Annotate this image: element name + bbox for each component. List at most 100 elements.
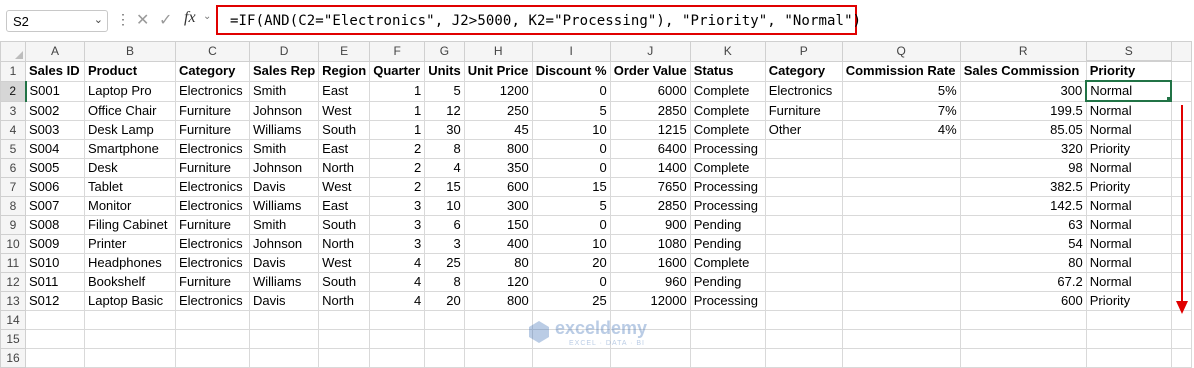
cell[interactable] — [841, 215, 961, 235]
cell[interactable]: 600 — [463, 177, 533, 197]
cell[interactable] — [689, 310, 766, 330]
cell[interactable]: 8 — [424, 272, 465, 292]
cell[interactable] — [318, 310, 371, 330]
cell[interactable]: Complete — [689, 120, 766, 140]
cell[interactable]: Normal — [1085, 272, 1172, 292]
cell[interactable]: Priority — [1085, 139, 1172, 159]
cell[interactable]: 5 — [424, 80, 465, 102]
cell[interactable] — [764, 177, 843, 197]
cell[interactable]: Normal — [1085, 120, 1172, 140]
cell[interactable] — [959, 310, 1087, 330]
cell[interactable]: 0 — [531, 215, 611, 235]
column-header[interactable]: B — [84, 41, 176, 62]
cell[interactable]: 250 — [463, 100, 533, 121]
cell[interactable]: 4 — [369, 291, 426, 311]
cell[interactable] — [463, 310, 533, 330]
cell[interactable]: South — [318, 120, 371, 140]
cell[interactable]: 45 — [463, 120, 533, 140]
cell[interactable] — [318, 329, 371, 349]
cell[interactable]: S008 — [25, 215, 85, 235]
cell[interactable]: Furniture — [175, 215, 250, 235]
cell[interactable]: Pending — [689, 234, 766, 254]
column-header[interactable]: Q — [841, 41, 961, 62]
cell[interactable]: 400 — [463, 234, 533, 254]
cell[interactable]: Processing — [689, 177, 766, 197]
cell[interactable]: 25 — [424, 253, 465, 273]
cell[interactable]: Williams — [248, 196, 320, 216]
cell[interactable] — [764, 253, 843, 273]
cell[interactable]: 4 — [369, 253, 426, 273]
cell[interactable]: 5 — [531, 100, 611, 121]
cell[interactable]: 2850 — [609, 196, 691, 216]
row-header[interactable]: 4 — [0, 120, 26, 140]
cell[interactable]: S007 — [25, 196, 85, 216]
cell[interactable]: 2 — [369, 177, 426, 197]
header-cell[interactable]: Sales Rep — [248, 60, 320, 82]
function-chevron-icon[interactable]: ⌄ — [203, 11, 211, 22]
cell[interactable]: 12 — [424, 100, 465, 121]
cell[interactable]: Pending — [689, 215, 766, 235]
column-header[interactable]: F — [369, 41, 426, 62]
row-header[interactable]: 5 — [0, 139, 26, 159]
cell[interactable]: Processing — [689, 291, 766, 311]
cell[interactable]: Normal — [1085, 234, 1172, 254]
cell[interactable] — [424, 310, 465, 330]
select-all-corner[interactable] — [0, 41, 26, 62]
enter-check-icon[interactable]: ✓ — [159, 10, 172, 30]
cell[interactable]: Complete — [689, 158, 766, 178]
header-cell[interactable]: Product — [84, 60, 176, 82]
cell[interactable]: 1080 — [609, 234, 691, 254]
cell[interactable]: Normal — [1085, 253, 1172, 273]
cell[interactable]: Smith — [248, 139, 320, 159]
cell[interactable] — [841, 196, 961, 216]
column-header[interactable]: H — [463, 41, 533, 62]
cell[interactable] — [764, 215, 843, 235]
column-header[interactable]: C — [175, 41, 250, 62]
cell[interactable]: Other — [764, 120, 843, 140]
header-cell[interactable]: Discount % — [531, 60, 611, 82]
cell[interactable] — [841, 272, 961, 292]
cell[interactable]: S009 — [25, 234, 85, 254]
cell[interactable] — [841, 253, 961, 273]
cell[interactable]: Electronics — [175, 253, 250, 273]
cell[interactable] — [1085, 329, 1172, 349]
cell[interactable] — [764, 329, 843, 349]
cell[interactable] — [1170, 329, 1192, 349]
cell[interactable]: 900 — [609, 215, 691, 235]
cell[interactable]: Furniture — [764, 100, 843, 121]
cell[interactable] — [764, 139, 843, 159]
cell[interactable]: 6 — [424, 215, 465, 235]
cell[interactable]: Complete — [689, 253, 766, 273]
cell[interactable]: Filing Cabinet — [84, 215, 176, 235]
column-header[interactable]: E — [318, 41, 371, 62]
cell[interactable]: 960 — [609, 272, 691, 292]
cell[interactable]: Normal — [1085, 158, 1172, 178]
row-header[interactable]: 9 — [0, 215, 26, 235]
cell[interactable]: Electronics — [175, 177, 250, 197]
cell[interactable] — [463, 329, 533, 349]
cell[interactable]: Printer — [84, 234, 176, 254]
cell[interactable]: Monitor — [84, 196, 176, 216]
cell[interactable]: Furniture — [175, 158, 250, 178]
cell[interactable] — [764, 158, 843, 178]
cell[interactable]: 3 — [369, 196, 426, 216]
cell[interactable]: Desk Lamp — [84, 120, 176, 140]
row-header[interactable]: 10 — [0, 234, 26, 254]
header-cell[interactable]: Units — [424, 60, 465, 82]
cell[interactable]: 1 — [369, 120, 426, 140]
cell[interactable]: 4 — [424, 158, 465, 178]
cell[interactable]: Johnson — [248, 234, 320, 254]
cell[interactable]: 6400 — [609, 139, 691, 159]
cell[interactable]: 15 — [531, 177, 611, 197]
header-cell[interactable]: Category — [764, 60, 843, 82]
row-header[interactable]: 1 — [0, 60, 26, 82]
column-header[interactable]: D — [248, 41, 320, 62]
cell[interactable]: North — [318, 291, 371, 311]
cell[interactable]: S010 — [25, 253, 85, 273]
cell[interactable]: 0 — [531, 272, 611, 292]
cell[interactable]: 320 — [959, 139, 1087, 159]
cell[interactable] — [369, 329, 426, 349]
cell[interactable]: 1600 — [609, 253, 691, 273]
cell[interactable]: 2850 — [609, 100, 691, 121]
cell[interactable]: 3 — [369, 215, 426, 235]
